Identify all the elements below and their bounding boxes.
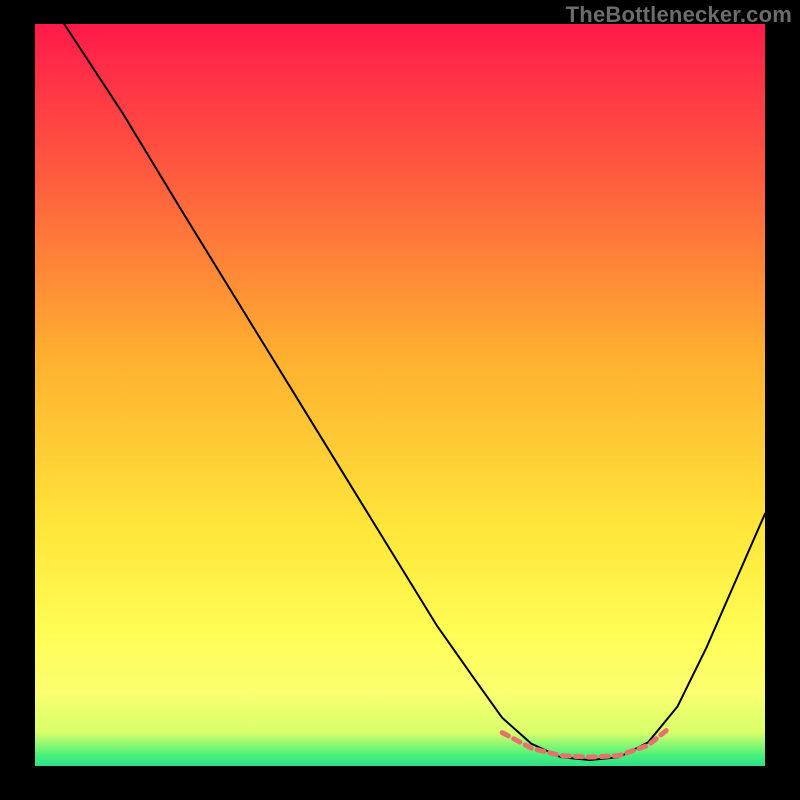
chart-svg <box>35 24 765 766</box>
chart-frame: TheBottlenecker.com <box>0 0 800 800</box>
gradient-background <box>35 24 765 766</box>
plot-area <box>35 24 765 766</box>
